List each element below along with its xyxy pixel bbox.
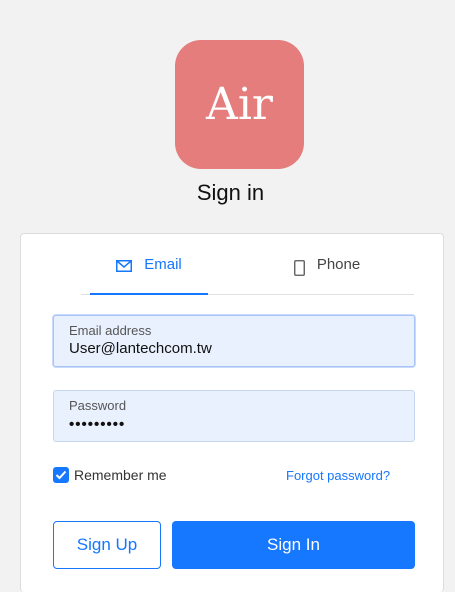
sign-in-card: Email Phone Email address User@lantechco… xyxy=(20,233,444,592)
tab-phone[interactable]: Phone xyxy=(267,256,387,294)
remember-me-label: Remember me xyxy=(74,467,167,483)
tab-email[interactable]: Email xyxy=(90,256,208,295)
password-field[interactable]: Password ••••••••• xyxy=(53,390,415,442)
page-title: Sign in xyxy=(196,180,265,205)
check-icon xyxy=(55,470,67,480)
app-logo: Air xyxy=(175,40,304,169)
password-field-value[interactable]: ••••••••• xyxy=(69,416,125,433)
forgot-password-link[interactable]: Forgot password? xyxy=(286,468,390,483)
phone-icon xyxy=(293,260,305,276)
tab-bar: Email Phone xyxy=(81,256,414,295)
email-field-value[interactable]: User@lantechcom.tw xyxy=(69,340,212,357)
sign-in-page: Air Sign in Email Phone Email address Us… xyxy=(6,0,455,592)
email-field[interactable]: Email address User@lantechcom.tw xyxy=(53,315,415,367)
logo-text: Air xyxy=(206,79,273,130)
email-field-label: Email address xyxy=(69,323,152,338)
tab-phone-label: Phone xyxy=(316,256,361,273)
remember-me-checkbox[interactable] xyxy=(53,467,69,483)
remember-me[interactable]: Remember me xyxy=(53,467,167,483)
sign-in-button[interactable]: Sign In xyxy=(172,521,415,569)
sign-up-button[interactable]: Sign Up xyxy=(53,521,161,569)
tab-email-label: Email xyxy=(144,256,182,273)
mail-icon xyxy=(116,260,133,272)
password-field-label: Password xyxy=(69,398,127,413)
